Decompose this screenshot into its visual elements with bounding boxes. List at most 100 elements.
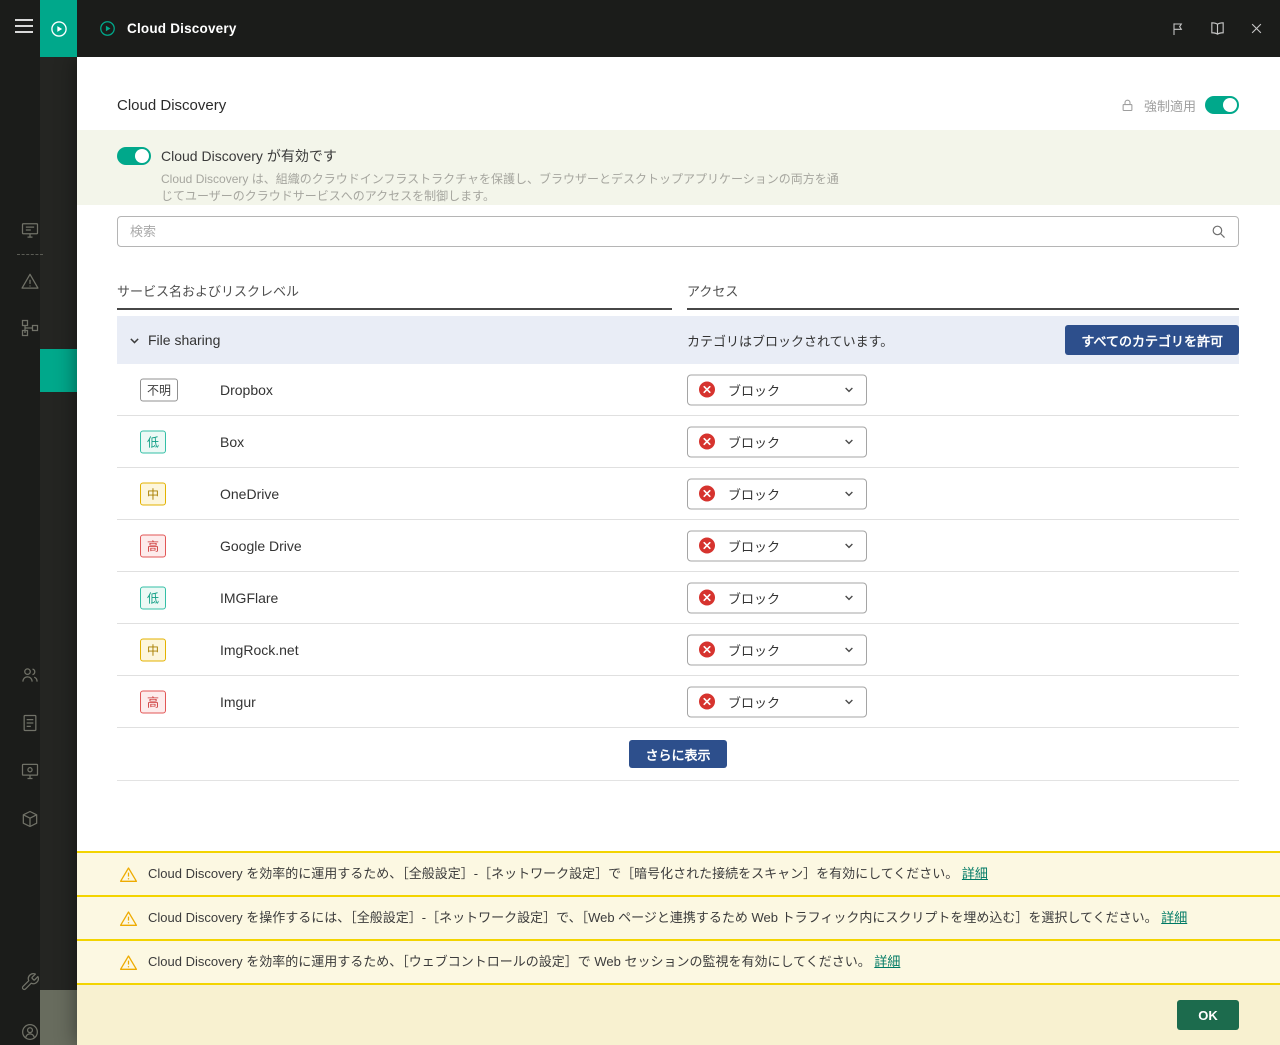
table-row: 中 OneDrive ブロック	[117, 468, 1239, 520]
access-value: ブロック	[728, 484, 780, 503]
chevron-down-icon	[843, 384, 855, 396]
category-status: カテゴリはブロックされています。	[687, 331, 893, 350]
service-rows: 不明 Dropbox ブロック 低 Box	[117, 364, 1239, 728]
chevron-down-icon	[843, 696, 855, 708]
warning-banner: Cloud Discovery を効率的に運用するため、［全般設定］-［ネットワ…	[77, 853, 1280, 897]
chevron-down-icon	[843, 436, 855, 448]
access-value: ブロック	[728, 380, 780, 399]
access-dropdown[interactable]: ブロック	[687, 478, 867, 509]
access-dropdown[interactable]: ブロック	[687, 634, 867, 665]
warning-text: Cloud Discovery を効率的に運用するため、［ウェブコントロールの設…	[148, 954, 874, 969]
block-icon	[699, 382, 715, 398]
titlebar: Cloud Discovery	[0, 0, 1280, 57]
chevron-down-icon[interactable]	[128, 334, 141, 347]
packages-icon[interactable]	[19, 808, 41, 830]
table-row: 高 Imgur ブロック	[117, 676, 1239, 728]
access-dropdown[interactable]: ブロック	[687, 686, 867, 717]
show-more-row: さらに表示	[117, 728, 1239, 781]
page-title: Cloud Discovery	[117, 97, 226, 114]
chevron-down-icon	[843, 540, 855, 552]
column-header-service: サービス名およびリスクレベル	[117, 282, 672, 310]
policies-icon[interactable]	[19, 712, 41, 734]
access-dropdown[interactable]: ブロック	[687, 374, 867, 405]
risk-badge: 低	[140, 430, 166, 453]
warnings: Cloud Discovery を効率的に運用するため、［全般設定］-［ネットワ…	[77, 851, 1280, 985]
play-circle-icon	[49, 19, 69, 39]
service-name: Imgur	[220, 694, 256, 710]
enforce-toggle[interactable]	[1205, 96, 1239, 114]
close-icon[interactable]	[1249, 21, 1264, 36]
warning-icon	[119, 953, 138, 972]
service-name: ImgRock.net	[220, 642, 299, 658]
risk-badge: 不明	[140, 378, 178, 401]
access-value: ブロック	[728, 692, 780, 711]
show-more-button[interactable]: さらに表示	[629, 740, 726, 768]
warning-details-link[interactable]: 詳細	[1161, 910, 1187, 925]
sidebar-active-item[interactable]	[40, 349, 77, 392]
service-name: OneDrive	[220, 486, 279, 502]
block-icon	[699, 694, 715, 710]
risk-badge: 低	[140, 586, 166, 609]
block-icon	[699, 642, 715, 658]
table-row: 高 Google Drive ブロック	[117, 520, 1239, 572]
help-book-icon[interactable]	[1209, 20, 1226, 37]
warning-text: Cloud Discovery を効率的に運用するため、［全般設定］-［ネットワ…	[148, 866, 962, 881]
risk-badge: 中	[140, 638, 166, 661]
search-icon[interactable]	[1210, 223, 1238, 240]
access-dropdown[interactable]: ブロック	[687, 530, 867, 561]
category-row-file-sharing[interactable]: File sharing カテゴリはブロックされています。 すべてのカテゴリを許…	[117, 316, 1239, 364]
menu-icon[interactable]	[15, 19, 33, 33]
table-row: 中 ImgRock.net ブロック	[117, 624, 1239, 676]
components-tree-icon[interactable]	[19, 317, 41, 339]
access-dropdown[interactable]: ブロック	[687, 582, 867, 613]
allow-all-categories-button[interactable]: すべてのカテゴリを許可	[1065, 325, 1239, 355]
sidebar-secondary-strip	[40, 57, 77, 1045]
block-icon	[699, 486, 715, 502]
status-banner: Cloud Discovery が有効です Cloud Discovery は、…	[77, 130, 1280, 205]
alerts-icon[interactable]	[19, 270, 41, 292]
active-app-tile[interactable]	[40, 0, 77, 57]
service-name: Google Drive	[220, 538, 302, 554]
warning-text: Cloud Discovery を操作するには、［全般設定］-［ネットワーク設定…	[148, 910, 1161, 925]
status-banner-description: Cloud Discovery は、組織のクラウドインフラストラクチャを保護し、…	[161, 171, 841, 206]
block-icon	[699, 538, 715, 554]
access-value: ブロック	[728, 536, 780, 555]
table-row: 低 Box ブロック	[117, 416, 1239, 468]
feature-toggle[interactable]	[117, 147, 151, 165]
warning-icon	[119, 865, 138, 884]
risk-badge: 高	[140, 534, 166, 557]
cloud-discovery-panel: Cloud Discovery 強制適用 Cloud Discovery が有効…	[77, 57, 1280, 1045]
warning-details-link[interactable]: 詳細	[874, 954, 900, 969]
search-box	[117, 216, 1239, 247]
app-window: Cloud Discovery	[0, 0, 1280, 1045]
status-banner-title: Cloud Discovery が有効です	[161, 146, 841, 166]
chevron-down-icon	[843, 644, 855, 656]
service-name: Box	[220, 434, 244, 450]
enforce-label: 強制適用	[1144, 96, 1196, 115]
sidebar-footer-patch	[40, 990, 77, 1045]
sidebar-divider	[17, 254, 43, 255]
chevron-down-icon	[843, 592, 855, 604]
access-value: ブロック	[728, 432, 780, 451]
flag-icon[interactable]	[1170, 21, 1186, 37]
category-name: File sharing	[148, 332, 220, 348]
window-title: Cloud Discovery	[127, 21, 237, 36]
ok-button[interactable]: OK	[1177, 1000, 1239, 1030]
tools-icon[interactable]	[19, 971, 41, 993]
access-value: ブロック	[728, 640, 780, 659]
chevron-down-icon	[843, 488, 855, 500]
risk-badge: 中	[140, 482, 166, 505]
devices-icon[interactable]	[19, 760, 41, 782]
service-name: Dropbox	[220, 382, 273, 398]
access-value: ブロック	[728, 588, 780, 607]
access-dropdown[interactable]: ブロック	[687, 426, 867, 457]
users-icon[interactable]	[19, 664, 41, 686]
sidebar	[0, 57, 77, 1045]
account-icon[interactable]	[19, 1021, 41, 1043]
warning-details-link[interactable]: 詳細	[962, 866, 988, 881]
search-input[interactable]	[118, 224, 1210, 239]
monitoring-icon[interactable]	[19, 219, 41, 241]
warning-icon	[119, 909, 138, 928]
lock-icon	[1120, 98, 1135, 113]
warning-banner: Cloud Discovery を操作するには、［全般設定］-［ネットワーク設定…	[77, 897, 1280, 941]
